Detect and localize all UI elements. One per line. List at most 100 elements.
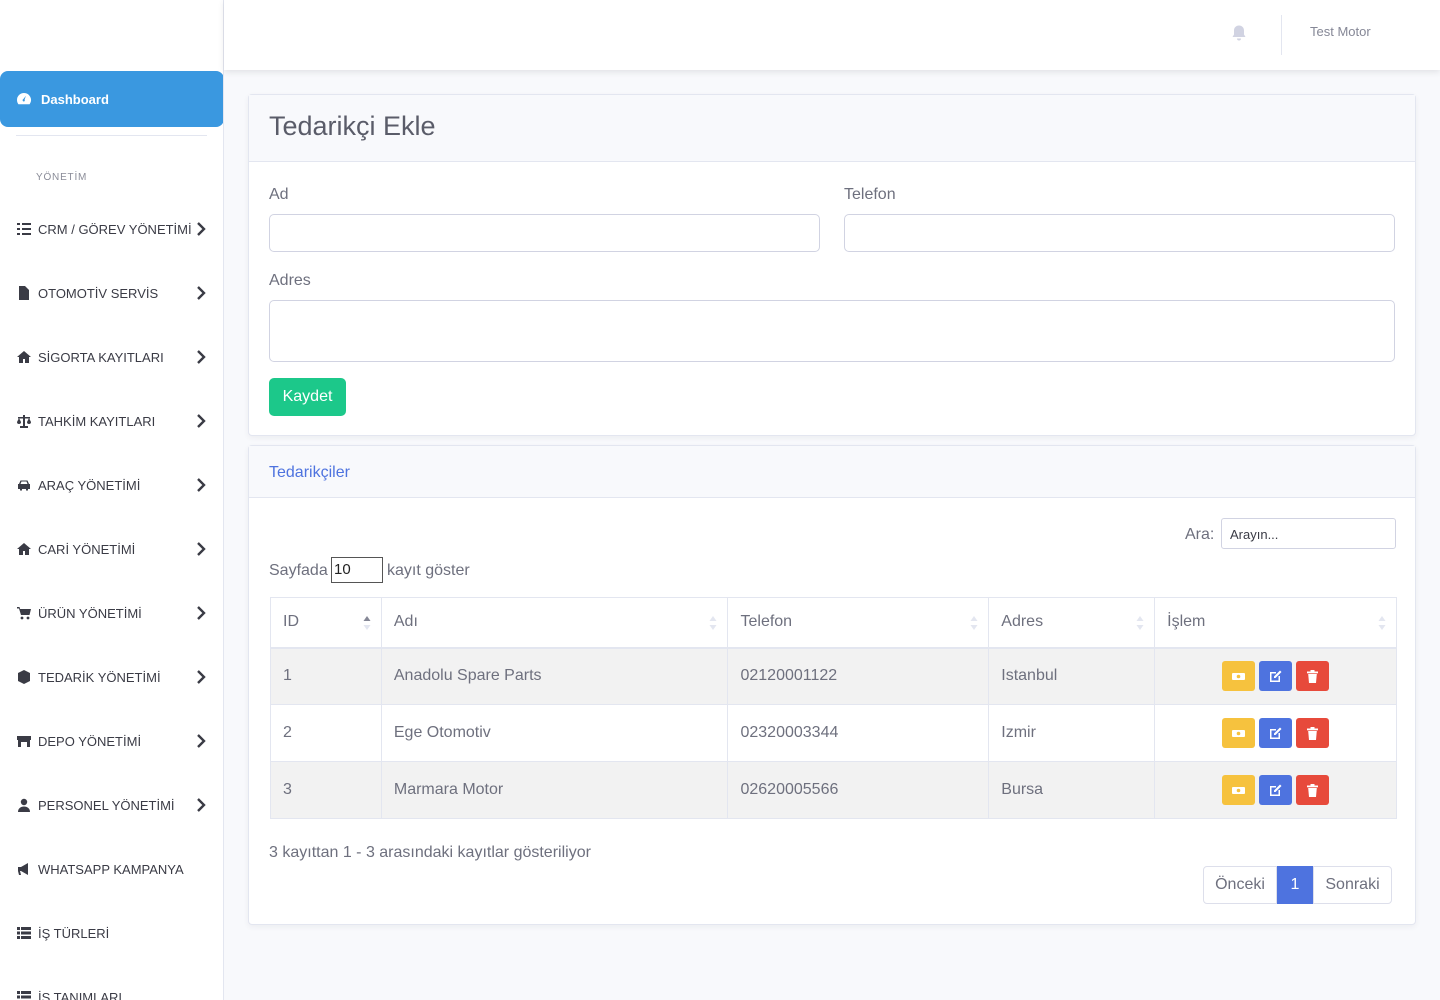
cell-address: Bursa <box>988 761 1156 819</box>
edit-button[interactable] <box>1259 661 1293 692</box>
cell-address: Istanbul <box>988 647 1156 705</box>
sidebar-item-is-turleri[interactable]: İŞ TÜRLERİ <box>0 913 223 953</box>
chevron-right-icon <box>197 414 206 428</box>
card-header: Tedarikçiler <box>249 446 1415 498</box>
card-header: Tedarikçi Ekle <box>249 95 1415 162</box>
bell-icon[interactable] <box>1230 24 1248 42</box>
edit-button[interactable] <box>1259 775 1293 805</box>
prev-page-button[interactable]: Önceki <box>1203 866 1277 904</box>
edit-button[interactable] <box>1259 718 1293 748</box>
car-icon <box>16 477 32 493</box>
box-icon <box>16 669 32 685</box>
cell-phone: 02320003344 <box>727 704 990 762</box>
card-title: Tedarikçiler <box>269 464 350 481</box>
sidebar-item-label: İŞ TANIMLARI <box>38 989 123 1000</box>
warehouse-icon <box>16 733 32 749</box>
delete-button[interactable] <box>1296 775 1330 805</box>
trash-icon <box>1307 783 1319 797</box>
cell-phone: 02120001122 <box>727 647 990 705</box>
sidebar-divider <box>16 135 207 136</box>
sidebar-item-depo-yonetimi[interactable]: DEPO YÖNETİMİ <box>0 721 223 761</box>
column-header-label: İşlem <box>1167 613 1206 631</box>
cell-actions <box>1154 704 1397 762</box>
user-icon <box>16 797 32 813</box>
tasks-icon <box>16 221 32 237</box>
sidebar-item-label: İŞ TÜRLERİ <box>38 925 110 941</box>
sidebar-item-cari-yonetimi[interactable]: CARİ YÖNETİMİ <box>0 529 223 569</box>
sidebar-item-label: Dashboard <box>41 91 109 107</box>
user-name[interactable]: Test Motor <box>1310 24 1371 39</box>
chevron-right-icon <box>197 606 206 620</box>
search-input[interactable]: Arayın... <box>1221 518 1396 549</box>
list-icon <box>16 925 32 941</box>
sidebar-item-label: WHATSAPP KAMPANYA <box>38 861 184 877</box>
column-header-address[interactable]: Adres <box>988 597 1156 649</box>
payment-button[interactable] <box>1222 775 1256 805</box>
topbar-divider <box>1281 15 1282 55</box>
edit-icon <box>1270 727 1282 739</box>
sidebar-item-label: OTOMOTİV SERVİS <box>38 285 159 301</box>
cell-actions <box>1154 647 1397 705</box>
sort-icon <box>970 616 978 630</box>
table-info: 3 kayıttan 1 - 3 arasındaki kayıtlar gös… <box>269 844 591 861</box>
sidebar-item-label: CRM / GÖREV YÖNETİMİ <box>38 221 192 237</box>
delete-button[interactable] <box>1296 718 1330 748</box>
table-row: 3 Marmara Motor 02620005566 Bursa <box>270 761 1397 819</box>
sidebar-item-otomotiv-servis[interactable]: OTOMOTİV SERVİS <box>0 273 223 313</box>
next-page-button[interactable]: Sonraki <box>1313 866 1392 904</box>
sidebar-item-crm[interactable]: CRM / GÖREV YÖNETİMİ <box>0 209 223 249</box>
chevron-right-icon <box>197 222 206 236</box>
trash-icon <box>1307 726 1319 740</box>
phone-field[interactable] <box>844 214 1395 252</box>
sidebar-item-tedarik-yonetimi[interactable]: TEDARİK YÖNETİMİ <box>0 657 223 697</box>
cell-address: Izmir <box>988 704 1156 762</box>
column-header-id[interactable]: ID <box>270 597 382 649</box>
sidebar-item-sigorta-kayitlari[interactable]: SİGORTA KAYITLARI <box>0 337 223 377</box>
sidebar-item-label: PERSONEL YÖNETİMİ <box>38 797 175 813</box>
payment-button[interactable] <box>1222 661 1256 692</box>
sidebar-item-label: ARAÇ YÖNETİMİ <box>38 477 141 493</box>
delete-button[interactable] <box>1296 661 1330 692</box>
table-row: 1 Anadolu Spare Parts 02120001122 Istanb… <box>270 647 1397 705</box>
sidebar-item-label: TEDARİK YÖNETİMİ <box>38 669 161 685</box>
sidebar-item-dashboard[interactable]: Dashboard <box>0 71 223 127</box>
address-field[interactable] <box>269 300 1395 362</box>
money-bill-icon <box>1232 786 1246 794</box>
sort-icon <box>1378 616 1386 630</box>
page-length-input[interactable]: 10 <box>331 557 383 583</box>
sidebar-item-personel-yonetimi[interactable]: PERSONEL YÖNETİMİ <box>0 785 223 825</box>
money-bill-icon <box>1232 729 1246 737</box>
trash-icon <box>1307 669 1319 683</box>
chevron-right-icon <box>197 798 206 812</box>
cell-actions <box>1154 761 1397 819</box>
page-button-current[interactable]: 1 <box>1277 866 1313 904</box>
cell-id: 2 <box>270 704 382 762</box>
cell-name: Ege Otomotiv <box>380 704 729 762</box>
column-header-phone[interactable]: Telefon <box>727 597 990 649</box>
balance-scale-icon <box>16 413 32 429</box>
column-header-actions[interactable]: İşlem <box>1154 597 1397 649</box>
sidebar-item-tahkim-kayitlari[interactable]: TAHKİM KAYITLARI <box>0 401 223 441</box>
tachometer-icon <box>17 93 31 105</box>
chevron-right-icon <box>197 542 206 556</box>
edit-icon <box>1270 784 1282 796</box>
payment-button[interactable] <box>1222 718 1256 748</box>
sidebar-item-label: DEPO YÖNETİMİ <box>38 733 142 749</box>
chevron-right-icon <box>197 350 206 364</box>
name-field[interactable] <box>269 214 820 252</box>
sidebar-item-urun-yonetimi[interactable]: ÜRÜN YÖNETİMİ <box>0 593 223 633</box>
cell-id: 3 <box>270 761 382 819</box>
money-bill-icon <box>1232 672 1246 680</box>
sidebar-item-arac-yonetimi[interactable]: ARAÇ YÖNETİMİ <box>0 465 223 505</box>
pagination: Önceki 1 Sonraki <box>1203 866 1392 904</box>
address-label: Adres <box>269 272 311 289</box>
page-title: Tedarikçi Ekle <box>269 111 436 141</box>
suppliers-card: Tedarikçiler Ara: Arayın... Sayfada 10 k… <box>248 445 1416 925</box>
save-button[interactable]: Kaydet <box>269 378 346 416</box>
sidebar-item-label: CARİ YÖNETİMİ <box>38 541 136 557</box>
cell-phone: 02620005566 <box>727 761 990 819</box>
column-header-name[interactable]: Adı <box>380 597 729 649</box>
sidebar-item-is-tanimlari[interactable]: İŞ TANIMLARI <box>0 977 223 1000</box>
sidebar-item-whatsapp-kampanya[interactable]: WHATSAPP KAMPANYA <box>0 849 223 889</box>
sidebar-item-label: TAHKİM KAYITLARI <box>38 413 156 429</box>
